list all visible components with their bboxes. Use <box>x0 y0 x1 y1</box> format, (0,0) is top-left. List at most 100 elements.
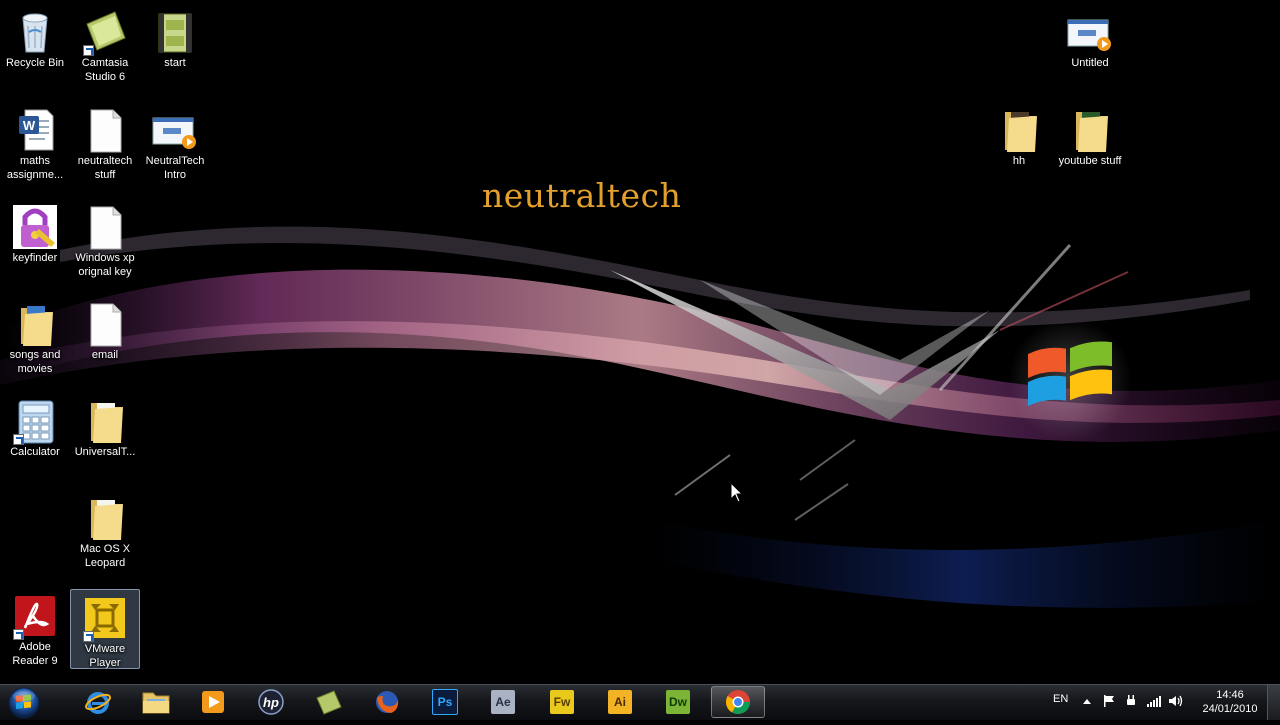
desktop-icon-hh[interactable]: hh <box>984 102 1054 184</box>
taskbar-app-explorer[interactable] <box>129 686 183 718</box>
desktop-icon-adobe-reader[interactable]: Adobe Reader 9 <box>0 588 70 670</box>
start-button[interactable] <box>4 686 44 720</box>
desktop-icon-label: Calculator <box>10 446 60 458</box>
camtasia-icon <box>81 8 129 56</box>
internet-explorer-icon <box>85 692 111 714</box>
language-indicator[interactable]: EN <box>1053 693 1068 705</box>
wallpaper-watermark: neutraltech <box>482 176 682 215</box>
desktop-icon-label: maths assignme... <box>6 155 64 181</box>
svg-text:W: W <box>23 118 36 133</box>
illustrator-icon: Ai <box>608 690 632 714</box>
vmware-icon <box>81 594 129 642</box>
photoshop-icon: Ps <box>432 689 458 715</box>
shortcut-arrow-icon <box>83 45 94 56</box>
desktop-icon-label: Camtasia Studio 6 <box>81 57 129 83</box>
desktop-icon-recycle-bin[interactable]: Recycle Bin <box>0 4 70 86</box>
hp-icon: hp <box>258 689 284 715</box>
shortcut-arrow-icon <box>13 434 24 445</box>
windows-orb-icon <box>8 687 40 719</box>
desktop-icon-winxp-key[interactable]: Windows xp orignal key <box>70 199 140 281</box>
desktop-icon-label: Adobe Reader 9 <box>12 641 58 667</box>
video-project-icon <box>151 106 199 154</box>
word-document-icon: W <box>11 106 59 154</box>
desktop-icon-start[interactable]: start <box>140 4 210 86</box>
video-file-icon <box>151 8 199 56</box>
desktop-icon-label: NeutralTech Intro <box>145 155 205 181</box>
folder-icon <box>81 397 129 445</box>
folder-icon <box>995 106 1043 154</box>
taskbar-app-media[interactable] <box>186 686 240 718</box>
shortcut-arrow-icon <box>83 631 94 642</box>
text-file-icon <box>81 300 129 348</box>
folder-icon <box>142 692 170 714</box>
desktop-icon-universal[interactable]: UniversalT... <box>70 393 140 475</box>
folder-icon <box>1066 106 1114 154</box>
desktop-icon-label: Untitled <box>1071 57 1109 69</box>
folder-icon <box>11 300 59 348</box>
mouse-cursor-icon <box>730 482 744 503</box>
taskbar-app-chrome[interactable] <box>711 686 765 718</box>
power-plug-icon[interactable] <box>1124 694 1138 708</box>
chrome-icon <box>725 690 750 715</box>
desktop-icon-label: start <box>164 57 186 69</box>
desktop-icon-label: email <box>91 349 119 361</box>
action-center-flag-icon[interactable] <box>1102 694 1116 708</box>
network-signal-icon[interactable] <box>1146 694 1162 708</box>
taskbar-app-camtasia[interactable] <box>302 686 356 718</box>
show-desktop-button[interactable] <box>1267 685 1280 720</box>
taskbar-app-dw[interactable]: Dw <box>651 686 705 718</box>
desktop-icon-camtasia[interactable]: Camtasia Studio 6 <box>70 4 140 86</box>
keyfinder-icon <box>11 203 59 251</box>
clock[interactable]: 14:46 24/01/2010 <box>1198 688 1262 716</box>
desktop-icon-label: youtube stuff <box>1058 155 1122 167</box>
desktop-icon-label: UniversalT... <box>74 446 136 458</box>
system-tray: EN 14:46 24/01/2010 <box>1040 685 1280 719</box>
desktop-icon-label: VMware Player <box>84 643 126 669</box>
volume-icon[interactable] <box>1168 694 1184 708</box>
clock-date: 24/01/2010 <box>1202 703 1258 715</box>
taskbar-app-firefox[interactable] <box>360 686 414 718</box>
adobe-reader-icon <box>11 592 59 640</box>
firefox-icon <box>376 691 399 713</box>
taskbar: hp Ps Ae Fw Ai Dw EN 14:46 24/01/2010 <box>0 684 1280 720</box>
desktop-icon-label: songs and movies <box>9 349 61 375</box>
text-file-icon <box>81 106 129 154</box>
desktop-icon-neutraltech-intro[interactable]: NeutralTech Intro <box>140 102 210 184</box>
desktop-icon-macosx[interactable]: Mac OS X Leopard <box>70 490 140 572</box>
desktop-icon-untitled[interactable]: Untitled <box>1055 4 1125 86</box>
taskbar-app-ae[interactable]: Ae <box>476 686 530 718</box>
desktop-icon-maths[interactable]: W maths assignme... <box>0 102 70 184</box>
desktop-icon-calculator[interactable]: Calculator <box>0 393 70 475</box>
desktop-icon-label: Recycle Bin <box>5 57 65 69</box>
desktop-icon-songs[interactable]: songs and movies <box>0 296 70 378</box>
show-hidden-icons-icon[interactable] <box>1082 697 1092 705</box>
desktop-icon-label: Mac OS X Leopard <box>79 543 131 569</box>
desktop-icon-vmware[interactable]: VMware Player <box>70 589 140 669</box>
media-player-icon <box>202 691 224 713</box>
desktop-icon-label: keyfinder <box>12 252 58 264</box>
desktop-icon-neutraltech-stuff[interactable]: neutraltech stuff <box>70 102 140 184</box>
shortcut-arrow-icon <box>13 629 24 640</box>
taskbar-app-ie[interactable] <box>71 686 125 718</box>
svg-text:hp: hp <box>263 695 279 710</box>
clock-time: 14:46 <box>1216 689 1244 701</box>
desktop-icon-email[interactable]: email <box>70 296 140 378</box>
recycle-bin-icon <box>11 8 59 56</box>
desktop-icon-youtube[interactable]: youtube stuff <box>1055 102 1125 184</box>
calculator-icon <box>11 397 59 445</box>
desktop-icon-label: Windows xp orignal key <box>75 252 135 278</box>
folder-icon <box>81 494 129 542</box>
desktop-icon-label: neutraltech stuff <box>77 155 133 181</box>
desktop-icon-keyfinder[interactable]: keyfinder <box>0 199 70 281</box>
camtasia-icon <box>316 690 342 715</box>
text-file-icon <box>81 203 129 251</box>
desktop-icon-label: hh <box>1012 155 1026 167</box>
dreamweaver-icon: Dw <box>666 690 690 714</box>
taskbar-app-ai[interactable]: Ai <box>593 686 647 718</box>
taskbar-app-fw[interactable]: Fw <box>535 686 589 718</box>
taskbar-app-hp[interactable]: hp <box>244 686 298 718</box>
taskbar-app-ps[interactable]: Ps <box>418 686 472 718</box>
fireworks-icon: Fw <box>550 690 574 714</box>
after-effects-icon: Ae <box>491 690 515 714</box>
desktop[interactable]: neutraltech Recycle Bin W maths assignme… <box>0 0 1280 684</box>
